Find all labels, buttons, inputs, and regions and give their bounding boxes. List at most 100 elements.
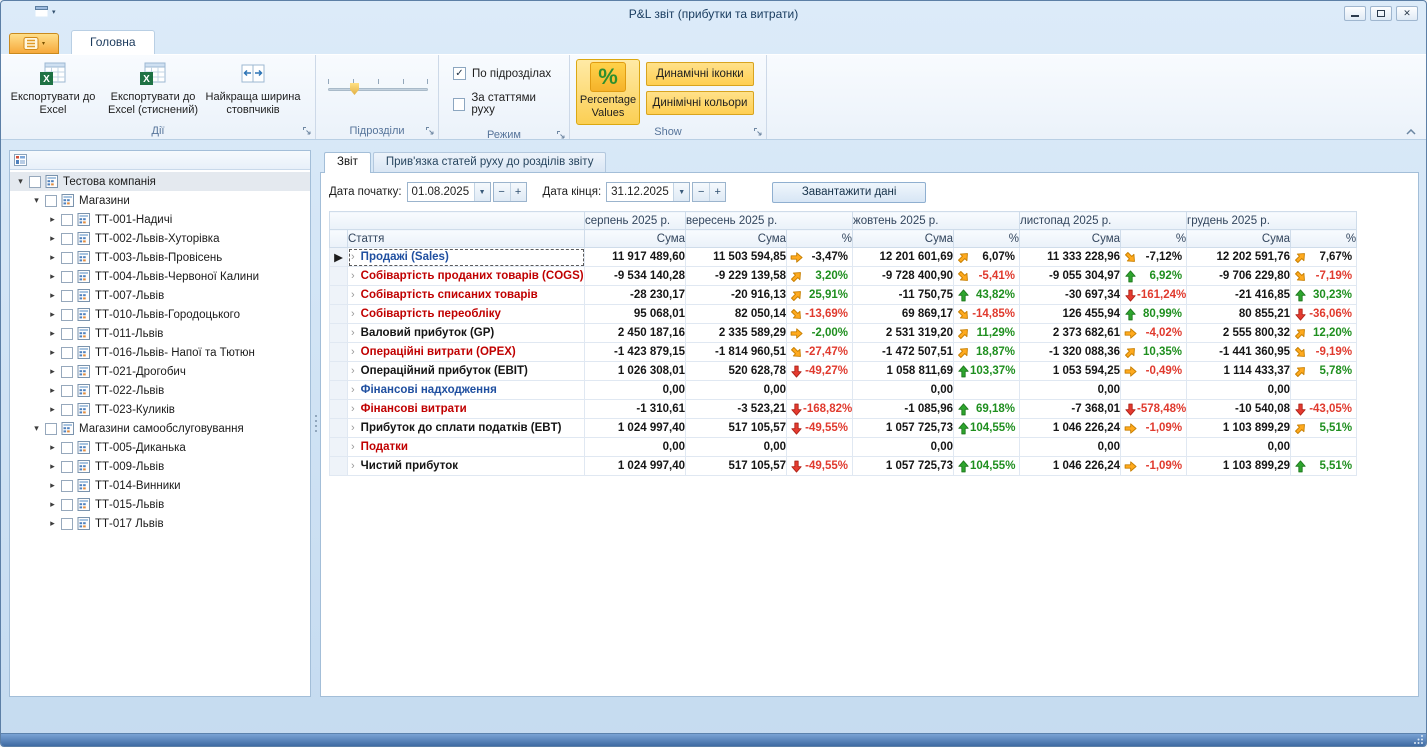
grid-row[interactable]: ›Податки0,000,000,000,000,00: [330, 438, 1357, 457]
article-cell[interactable]: ›Прибуток до сплати податків (EBT): [348, 419, 585, 438]
row-expand-icon[interactable]: ›: [351, 289, 355, 301]
sum-column-header[interactable]: Сума: [585, 230, 686, 248]
sum-cell[interactable]: 517 105,57: [686, 457, 787, 476]
sum-cell[interactable]: 1 024 997,40: [585, 457, 686, 476]
by-subdivisions-checkbox[interactable]: ✓ По підрозділах: [453, 67, 551, 80]
tab-flow-binding[interactable]: Прив'язка статей руху до розділів звіту: [373, 152, 607, 172]
pct-cell[interactable]: -5,41%: [954, 267, 1020, 286]
expand-icon[interactable]: ▸: [46, 309, 59, 320]
grid-row[interactable]: ›Собівартість проданих товарів (COGS)-9 …: [330, 267, 1357, 286]
sum-cell[interactable]: 0,00: [853, 438, 954, 457]
pct-cell[interactable]: 6,07%: [954, 248, 1020, 267]
sum-cell[interactable]: 2 531 319,20: [853, 324, 954, 343]
row-expand-icon[interactable]: ›: [351, 365, 355, 377]
quick-access-dropdown-icon[interactable]: ▾: [52, 8, 56, 16]
article-column-header[interactable]: Стаття: [348, 230, 585, 248]
article-cell[interactable]: ›Валовий прибуток (GP): [348, 324, 585, 343]
expand-icon[interactable]: ▸: [46, 404, 59, 415]
pct-cell[interactable]: -168,82%: [787, 400, 853, 419]
tree-item[interactable]: ▸ТТ-003-Львів-Провісень: [10, 248, 310, 267]
pct-cell[interactable]: [954, 438, 1020, 457]
indicator-column-header[interactable]: [330, 230, 348, 248]
start-date-decrement-button[interactable]: −: [494, 183, 510, 201]
pct-column-header[interactable]: %: [1121, 230, 1187, 248]
tree-item-checkbox[interactable]: [61, 518, 73, 530]
pct-cell[interactable]: -578,48%: [1121, 400, 1187, 419]
sum-cell[interactable]: 11 333 228,96: [1020, 248, 1121, 267]
expand-icon[interactable]: ▸: [46, 385, 59, 396]
percentage-values-toggle-button[interactable]: % Percentage Values: [576, 59, 640, 125]
sum-cell[interactable]: -3 523,21: [686, 400, 787, 419]
tree-item[interactable]: ▸ТТ-011-Львів: [10, 324, 310, 343]
sum-cell[interactable]: 2 335 589,29: [686, 324, 787, 343]
quick-access-toolbar[interactable]: ▾: [35, 6, 56, 17]
pct-cell[interactable]: [1291, 381, 1357, 400]
dialog-launcher-icon[interactable]: [556, 130, 566, 140]
sum-cell[interactable]: 1 026 308,01: [585, 362, 686, 381]
sum-cell[interactable]: -1 085,96: [853, 400, 954, 419]
sum-cell[interactable]: -9 534 140,28: [585, 267, 686, 286]
grid-row[interactable]: ›Прибуток до сплати податків (EBT)1 024 …: [330, 419, 1357, 438]
month-column-header[interactable]: листопад 2025 р.: [1020, 212, 1187, 230]
pct-cell[interactable]: -49,55%: [787, 457, 853, 476]
sum-cell[interactable]: 517 105,57: [686, 419, 787, 438]
dialog-launcher-icon[interactable]: [753, 127, 763, 137]
sum-cell[interactable]: 0,00: [1020, 438, 1121, 457]
pct-cell[interactable]: -1,09%: [1121, 419, 1187, 438]
pct-cell[interactable]: 43,82%: [954, 286, 1020, 305]
article-cell[interactable]: ›Фінансові надходження: [348, 381, 585, 400]
slider-thumb[interactable]: [350, 83, 359, 95]
pct-cell[interactable]: -7,19%: [1291, 267, 1357, 286]
pct-column-header[interactable]: %: [787, 230, 853, 248]
sum-cell[interactable]: -7 368,01: [1020, 400, 1121, 419]
sum-cell[interactable]: 0,00: [1187, 381, 1291, 400]
row-expand-icon[interactable]: ›: [351, 251, 355, 263]
row-expand-icon[interactable]: ›: [351, 460, 355, 472]
grid-row[interactable]: ›Операційні витрати (OPEX)-1 423 879,15-…: [330, 343, 1357, 362]
grid-row[interactable]: ›Собівартість переобліку95 068,0182 050,…: [330, 305, 1357, 324]
load-data-button[interactable]: Завантажити дані: [772, 182, 926, 203]
pct-cell[interactable]: 18,87%: [954, 343, 1020, 362]
article-cell[interactable]: ›Собівартість переобліку: [348, 305, 585, 324]
sum-cell[interactable]: -21 416,85: [1187, 286, 1291, 305]
dialog-launcher-icon[interactable]: [425, 126, 435, 136]
grid-row[interactable]: ›Операційний прибуток (EBIT)1 026 308,01…: [330, 362, 1357, 381]
tree-item-checkbox[interactable]: [61, 214, 73, 226]
export-excel-button[interactable]: X Експортувати до Excel: [3, 57, 103, 123]
pct-column-header[interactable]: %: [954, 230, 1020, 248]
pct-cell[interactable]: 104,55%: [954, 457, 1020, 476]
application-menu-button[interactable]: ▾: [9, 33, 59, 54]
collapse-icon[interactable]: ▾: [30, 423, 43, 434]
sum-cell[interactable]: 520 628,78: [686, 362, 787, 381]
close-button[interactable]: ✕: [1396, 6, 1418, 21]
tree-item-checkbox[interactable]: [61, 271, 73, 283]
pct-cell[interactable]: 80,99%: [1121, 305, 1187, 324]
pct-cell[interactable]: 7,67%: [1291, 248, 1357, 267]
row-expand-icon[interactable]: ›: [351, 422, 355, 434]
sum-cell[interactable]: -1 423 879,15: [585, 343, 686, 362]
tree-item-checkbox[interactable]: [61, 499, 73, 511]
tab-holovna[interactable]: Головна: [71, 30, 155, 54]
sum-cell[interactable]: 126 455,94: [1020, 305, 1121, 324]
sum-cell[interactable]: 0,00: [1020, 381, 1121, 400]
pct-cell[interactable]: 11,29%: [954, 324, 1020, 343]
sum-cell[interactable]: 11 503 594,85: [686, 248, 787, 267]
pct-cell[interactable]: 25,91%: [787, 286, 853, 305]
tree-item-checkbox[interactable]: [61, 480, 73, 492]
grid-row[interactable]: ›Фінансові надходження0,000,000,000,000,…: [330, 381, 1357, 400]
article-cell[interactable]: ›Операційні витрати (OPEX): [348, 343, 585, 362]
sum-cell[interactable]: 0,00: [1187, 438, 1291, 457]
tree-item[interactable]: ▸ТТ-009-Львів: [10, 457, 310, 476]
grid-row[interactable]: ›Чистий прибуток1 024 997,40517 105,57-4…: [330, 457, 1357, 476]
end-date-dropdown-icon[interactable]: ▼: [673, 183, 689, 201]
tree-item-checkbox[interactable]: [45, 195, 57, 207]
expand-icon[interactable]: ▸: [46, 499, 59, 510]
slider-track[interactable]: [328, 88, 428, 91]
pct-cell[interactable]: 10,35%: [1121, 343, 1187, 362]
start-date-input[interactable]: 01.08.2025 ▼: [407, 182, 491, 202]
sum-cell[interactable]: 95 068,01: [585, 305, 686, 324]
tree-item-checkbox[interactable]: [61, 404, 73, 416]
article-cell[interactable]: ›Чистий прибуток: [348, 457, 585, 476]
row-expand-icon[interactable]: ›: [351, 270, 355, 282]
expand-icon[interactable]: ▸: [46, 252, 59, 263]
